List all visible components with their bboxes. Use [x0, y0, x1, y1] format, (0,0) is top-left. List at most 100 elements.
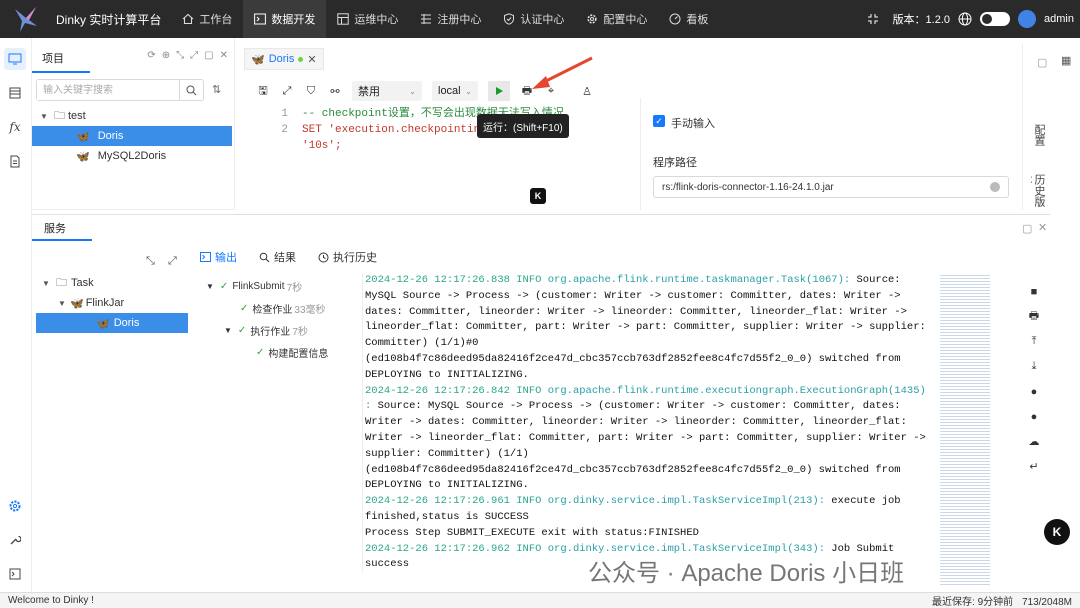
job-config-panel: ✓ 手动输入 程序路径 rs:/flink-doris-connector-1.…: [640, 98, 1020, 210]
collapse-icon[interactable]: ⤡: [146, 255, 155, 268]
editor-tab-doris[interactable]: 🦋 Doris ✕: [244, 48, 324, 70]
scroll-top-icon[interactable]: ⤒: [1024, 329, 1044, 354]
log-timestamp: 2024-12-26 12:17:26.961 INFO: [365, 495, 542, 508]
project-tools: ⟳ ⊕ ⤡ ⤢ ▢ ✕: [147, 50, 228, 61]
services-tab[interactable]: 服务: [44, 220, 66, 236]
fullscreen-icon[interactable]: ⤢: [280, 84, 294, 98]
avatar[interactable]: [1018, 10, 1037, 28]
document-panel-button[interactable]: [4, 150, 26, 172]
memory-usage[interactable]: 713/2048M: [1022, 597, 1072, 608]
env-select[interactable]: local ⌄: [432, 81, 478, 101]
tab-output[interactable]: 输出: [200, 249, 237, 265]
check-shield-icon[interactable]: ⛉: [304, 84, 318, 98]
run-button[interactable]: [488, 81, 510, 101]
add-icon[interactable]: ⊕: [162, 50, 170, 61]
job-step-build-config[interactable]: ✓ 构建配置信息: [204, 341, 344, 363]
robot-icon[interactable]: 🖶: [1024, 304, 1044, 329]
line-number: 2: [281, 124, 288, 136]
nav-config-center[interactable]: 配置中心: [575, 0, 658, 38]
tree-item-flinkjar[interactable]: ▼ 🦋 FlinkJar: [36, 293, 188, 313]
chevron-down-icon[interactable]: ▼: [206, 282, 214, 291]
sort-icon[interactable]: ⇅: [212, 83, 221, 96]
mode-select[interactable]: 禁用 ⌄: [352, 81, 422, 101]
tab-exec-history[interactable]: 执行历史: [318, 249, 377, 265]
tree-item-mysql2doris[interactable]: 🦋 MySQL2Doris: [32, 146, 232, 166]
refresh-icon[interactable]: ⟳: [147, 50, 155, 61]
search-icon[interactable]: [179, 80, 203, 100]
job-step-execute[interactable]: ▼ ✓ 执行作业 7秒: [204, 319, 344, 341]
console-panel-button[interactable]: [4, 563, 26, 585]
log-line: MySQL Source -> Process -> (customer: Wr…: [365, 289, 942, 305]
stop-icon[interactable]: ■: [1024, 279, 1044, 304]
lineage-icon[interactable]: ⚯: [328, 84, 342, 98]
catalog-panel-button[interactable]: [4, 82, 26, 104]
program-path-input[interactable]: rs:/flink-doris-connector-1.16-24.1.0.ja…: [653, 176, 1009, 198]
maximize-icon[interactable]: ▢: [204, 50, 213, 61]
table-icon[interactable]: ▦: [1061, 54, 1071, 67]
nav-ops-center[interactable]: 运维中心: [326, 0, 409, 38]
line-number: 1: [281, 108, 288, 120]
nav-dashboard[interactable]: 看板: [658, 0, 719, 38]
maximize-icon[interactable]: ▢: [1022, 222, 1032, 235]
theme-toggle[interactable]: [980, 12, 1011, 26]
project-tab[interactable]: 项目: [42, 50, 64, 66]
nav-workbench[interactable]: 工作台: [171, 0, 243, 38]
clear-icon[interactable]: [990, 182, 1000, 192]
settings-panel-button[interactable]: [4, 495, 26, 517]
log-message: execute job: [825, 495, 901, 508]
fullscreen-icon[interactable]: [867, 13, 879, 25]
log-timestamp: 2024-12-26 12:17:26.842 INFO: [365, 384, 542, 397]
status-bar: Welcome to Dinky ! 最近保存: 9分钟前 713/2048M: [0, 592, 1080, 608]
wrap-icon[interactable]: ↵: [1024, 454, 1044, 479]
scroll-bottom-icon[interactable]: ⤓: [1024, 354, 1044, 379]
tree-item-test[interactable]: ▼ 🗀 test: [32, 106, 232, 126]
collapse-icon[interactable]: ⤡: [176, 50, 184, 61]
tab-config[interactable]: 配置: [1031, 124, 1045, 146]
job-step-flinksubmit[interactable]: ▼ ✓ FlinkSubmit 7秒: [204, 275, 344, 297]
mode-value: 禁用: [358, 86, 380, 98]
close-icon[interactable]: ✕: [1038, 221, 1047, 234]
nav-label: 数据开发: [271, 14, 316, 26]
nav-auth-center[interactable]: 认证中心: [492, 0, 575, 38]
output-log[interactable]: 2024-12-26 12:17:26.838 INFO org.apache.…: [362, 273, 942, 574]
check-icon: ✓: [237, 324, 247, 336]
manual-input-checkbox[interactable]: ✓: [653, 115, 665, 127]
down-circle-icon[interactable]: ●: [1024, 404, 1044, 429]
project-panel-button[interactable]: [4, 48, 26, 70]
nav-registry-center[interactable]: 注册中心: [409, 0, 492, 38]
log-minimap[interactable]: [940, 273, 990, 587]
globe-icon[interactable]: [958, 12, 972, 26]
nav-data-development[interactable]: 数据开发: [243, 0, 327, 38]
code-line-value: '10s';: [302, 140, 342, 152]
username[interactable]: admin: [1044, 13, 1074, 25]
folder-icon: 🗀: [56, 276, 67, 289]
k-logo-icon[interactable]: K: [1044, 519, 1070, 545]
close-icon[interactable]: ✕: [220, 50, 228, 61]
cloud-download-icon[interactable]: ☁: [1024, 429, 1044, 454]
search-input[interactable]: [37, 80, 179, 100]
chevron-down-icon[interactable]: ▼: [38, 112, 50, 121]
function-icon[interactable]: fx: [4, 116, 26, 138]
tab-history-version[interactable]: 历史版本: [1031, 174, 1045, 210]
project-panel: 项目 ⟳ ⊕ ⤡ ⤢ ▢ ✕ ⇅ ▼ 🗀 test 🦋 Doris: [32, 38, 235, 210]
tab-result[interactable]: 结果: [259, 249, 296, 265]
terminal-icon: [254, 13, 267, 25]
save-icon[interactable]: 🖫: [256, 84, 270, 98]
up-circle-icon[interactable]: ●: [1024, 379, 1044, 404]
tools-panel-button[interactable]: [4, 529, 26, 551]
job-step-check[interactable]: ✓ 检查作业 33毫秒: [204, 297, 344, 319]
chevron-down-icon[interactable]: ▼: [40, 279, 52, 288]
tree-item-task[interactable]: ▼ 🗀 Task: [36, 273, 188, 293]
chevron-down-icon[interactable]: ▼: [56, 299, 68, 308]
maximize-icon[interactable]: ▢: [1037, 56, 1047, 69]
tree-item-label: MySQL2Doris: [97, 150, 167, 162]
tree-item-doris[interactable]: 🦋 Doris: [32, 126, 232, 146]
chevron-down-icon[interactable]: ▼: [224, 326, 232, 335]
expand-icon[interactable]: ⤢: [168, 255, 177, 268]
register-icon: [421, 14, 432, 24]
expand-icon[interactable]: ⤢: [190, 50, 198, 61]
close-icon[interactable]: ✕: [307, 53, 316, 66]
log-line: Writer -> lineorder_flat: Committer, par…: [365, 431, 942, 447]
job-step-duration: 7秒: [292, 326, 308, 338]
tree-item-doris[interactable]: 🦋 Doris: [36, 313, 188, 333]
